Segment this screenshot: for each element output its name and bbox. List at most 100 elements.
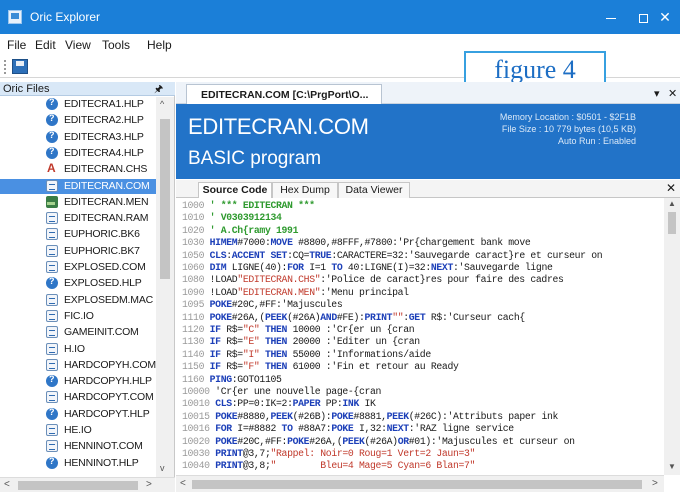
scroll-left-icon[interactable]: < [4,479,10,490]
file-list-item[interactable]: GAMEINIT.COM [0,325,156,340]
scroll-up-icon[interactable]: ^ [160,99,164,109]
source-code-view[interactable]: 1000 ' *** EDITECRAN *** 1010 ' V03039121… [176,198,664,475]
file-list-item[interactable]: EXPLOSED.HLP [0,276,156,291]
menu-file[interactable]: File [7,38,26,52]
code-horizontal-scrollbar[interactable]: < > [176,475,664,492]
code-line: 1020 ' A.Ch{ramy 1991 [182,225,298,237]
file-name: HENNINOT.HLP [64,456,139,469]
file-name: HARDCOPYT.COM [64,391,154,404]
code-text: 'Cr{er une nouvelle page-{cran [209,386,382,397]
file-list-item[interactable]: EUPHORIC.BK6 [0,227,156,242]
auto-run: Auto Run : Enabled [557,136,636,146]
code-scroll-thumb[interactable] [668,212,676,234]
close-button[interactable]: ✕ [650,0,680,34]
file-name: FIC.IO [64,309,94,322]
line-number: 10010 [182,398,210,410]
code-line: 10010 CLS:PP=0:IK=2:PAPER PP:INK IK [182,398,376,410]
line-number: 1080 [182,274,205,286]
menu-view[interactable]: View [65,38,91,52]
line-number: 1030 [182,237,205,249]
file-list-item[interactable]: EDITECRA4.HLP [0,146,156,161]
scroll-left-icon[interactable]: < [180,478,186,489]
file-list-item[interactable]: EDITECRAN.RAM [0,211,156,226]
code-text: !LOAD"EDITECRAN.CHS":'Police de caract}r… [204,274,564,286]
code-text: ' V0303912134 [204,212,282,224]
file-list-item[interactable]: EDITECRAN.MEN [0,195,156,210]
code-hscroll-thumb[interactable] [192,480,642,489]
file-list-item[interactable]: HARDCOPYH.HLP [0,374,156,389]
files-panel-header: Oric Files 🖈 [0,82,175,96]
menu-help[interactable]: Help [147,38,172,52]
code-text: ' A.Ch{ramy 1991 [204,224,299,236]
code-line: 1160 PING:GOTO1105 [182,374,282,386]
scroll-down-icon[interactable]: ▼ [668,462,676,471]
maximize-icon [638,13,648,23]
tab-hex-dump[interactable]: Hex Dump [272,182,338,198]
files-horizontal-scrollbar[interactable]: < > [0,477,175,492]
file-list-item[interactable]: FIC.IO [0,309,156,324]
file-list-item[interactable]: HARDCOPYH.COM [0,358,156,373]
memory-location: Memory Location : $0501 - $2F1B [499,112,636,122]
document-icon [46,179,58,192]
file-list-item[interactable]: HENNINOT.HLP [0,456,156,471]
files-hscroll-thumb[interactable] [18,481,138,490]
document-icon [46,424,58,436]
code-text: CLS:ACCENT SET:CQ=TRUE:CARACTERE=32:'Sau… [209,249,603,261]
code-text: IF R$="C" THEN 10000 :'Cr{er un {cran [209,324,415,335]
line-number: 10015 [182,410,210,422]
scroll-down-icon[interactable]: v [160,463,165,473]
file-name: EDITECRAN.RAM [64,212,149,225]
file-list-item[interactable]: EXPLOSEDM.MAC [0,293,156,308]
file-list-item[interactable]: EXPLOSED.COM [0,260,156,275]
document-icon [46,293,58,306]
toolbar-grip[interactable] [4,60,6,74]
document-icon [46,309,58,322]
tab-editecran-com[interactable]: EDITECRAN.COM [C:\PrgPort\O... [186,84,382,104]
code-line: 1000 ' *** EDITECRAN *** [182,200,315,212]
code-text: FOR I=#8882 TO #88A7:POKE I,32:NEXT:'RAZ… [215,423,514,435]
file-list-item[interactable]: H.IO [0,342,156,357]
help-icon [46,97,58,110]
files-scroll-thumb[interactable] [160,119,170,279]
scroll-right-icon[interactable]: > [146,479,152,490]
scroll-up-icon[interactable]: ▲ [668,199,676,208]
tab-source-code[interactable]: Source Code [198,182,272,198]
file-list-item[interactable]: EDITECRA2.HLP [0,113,156,128]
program-name: EDITECRAN.COM [188,114,369,139]
file-list-item[interactable]: HARDCOPYT.HLP [0,407,156,422]
file-name: HARDCOPYH.COM [64,358,156,371]
file-list-item[interactable]: HE.IO [0,423,156,438]
scroll-right-icon[interactable]: > [652,478,658,489]
menu-tools[interactable]: Tools [102,38,130,52]
file-list-item[interactable]: HENNINOT.COM [0,439,156,454]
file-name: EDITECRAN.CHS [64,163,148,176]
save-icon[interactable] [12,59,28,74]
view-close-icon[interactable]: ✕ [666,181,676,195]
file-list-item[interactable]: EDITECRA1.HLP [0,97,156,112]
file-list-item[interactable]: HARDCOPYT.COM [0,390,156,405]
file-list-item[interactable]: EDITECRAN.CHS [0,161,156,177]
screen-icon [46,195,58,208]
help-icon [46,113,58,127]
line-number: 1130 [182,336,205,348]
line-number: 10040 [182,460,210,472]
code-text: POKE#20C,#FF:POKE#26A,(PEEK(#26A)OR#01):… [215,435,575,447]
file-name: EDITECRAN.MEN [64,195,149,208]
document-icon [46,212,58,225]
line-number: 1150 [182,361,205,373]
menu-edit[interactable]: Edit [35,38,56,52]
line-number: 1095 [182,299,205,311]
code-text: PRINT@3,7;"Rappel: Noir=0 Roug=1 Vert=2 … [215,448,476,459]
tab-close-icon[interactable]: ✕ [668,87,677,100]
document-tab-bar: EDITECRAN.COM [C:\PrgPort\O... ▾ ✕ [176,82,680,104]
files-vertical-scrollbar[interactable]: ^ v [156,97,174,477]
code-vertical-scrollbar[interactable]: ▲ ▼ [664,198,680,475]
file-name: EDITECRA1.HLP [64,98,144,110]
file-list-item[interactable]: EDITECRA3.HLP [0,130,156,145]
tab-data-viewer[interactable]: Data Viewer [338,182,410,198]
tab-dropdown-icon[interactable]: ▾ [654,87,660,100]
file-list-item[interactable]: EUPHORIC.BK7 [0,244,156,259]
file-list-item[interactable]: EDITECRAN.COM [0,178,156,194]
document-icon [46,326,58,339]
code-line: 10016 FOR I=#8882 TO #88A7:POKE I,32:NEX… [182,423,514,435]
